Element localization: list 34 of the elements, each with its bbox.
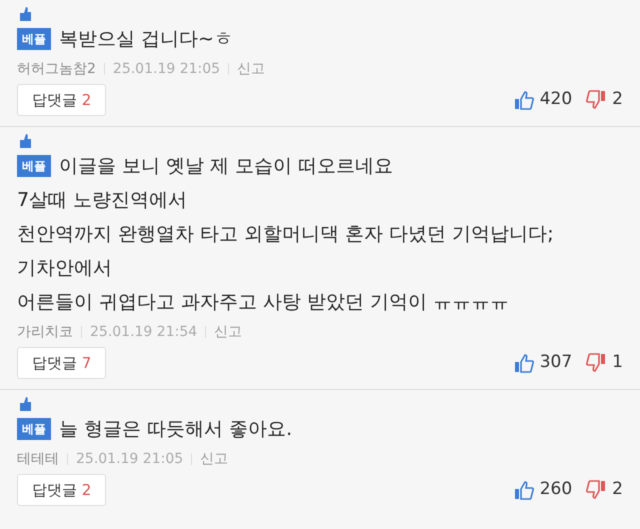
thumbs-down-icon[interactable] (586, 480, 606, 500)
comment-date: 25.01.19 21:54 (90, 322, 198, 342)
comment-date: 25.01.19 21:05 (76, 450, 184, 468)
comment-text: 이글을 보니 옛날 제 모습이 떠오르네요 (59, 155, 394, 177)
report-link[interactable]: 신고 (237, 58, 266, 80)
dislike-count: 2 (612, 478, 623, 502)
report-link[interactable]: 신고 (200, 448, 228, 470)
comment-text: 복받으실 겁니다~ㅎ (59, 28, 233, 50)
thumbs-up-icon[interactable] (514, 480, 534, 500)
author-name[interactable]: 허허그놈참2 (17, 58, 96, 80)
like-count: 420 (540, 88, 572, 112)
comment-date: 25.01.19 21:05 (112, 60, 220, 78)
thumbs-up-icon (18, 134, 32, 148)
best-badge: 베플 (17, 28, 51, 50)
best-badge: 베플 (17, 418, 51, 440)
author-name[interactable]: 가리치코 (17, 322, 73, 342)
report-link[interactable]: 신고 (214, 322, 242, 342)
like-count: 307 (540, 351, 572, 374)
thumbs-down-icon[interactable] (586, 90, 606, 110)
thumbs-up-icon (18, 7, 32, 21)
reply-button[interactable]: 답댓글 2 (17, 84, 106, 116)
thumbs-down-icon[interactable] (586, 353, 606, 373)
reply-button[interactable]: 답댓글 2 (17, 474, 106, 506)
dislike-count: 2 (612, 88, 623, 112)
thumbs-up-icon[interactable] (514, 90, 534, 110)
comment-text: 늘 형글은 따듯해서 좋아요. (59, 418, 292, 440)
comment-text: 7살때 노량진역에서 천안역까지 완행열차 타고 외할머니댁 혼자 다녔던 기억납니다; 기차안에서 어른들이 귀엽다고 과자주고 사탕 받았던 기억이 ㅠㅠㅠㅠ (17, 188, 555, 315)
thumbs-up-icon (18, 397, 32, 411)
like-count: 260 (540, 478, 572, 502)
thumbs-up-icon[interactable] (514, 353, 534, 373)
reply-button[interactable]: 답댓글 7 (17, 347, 106, 379)
dislike-count: 1 (612, 351, 623, 374)
best-badge: 베플 (17, 155, 51, 177)
author-name[interactable]: 테테테 (17, 448, 59, 470)
